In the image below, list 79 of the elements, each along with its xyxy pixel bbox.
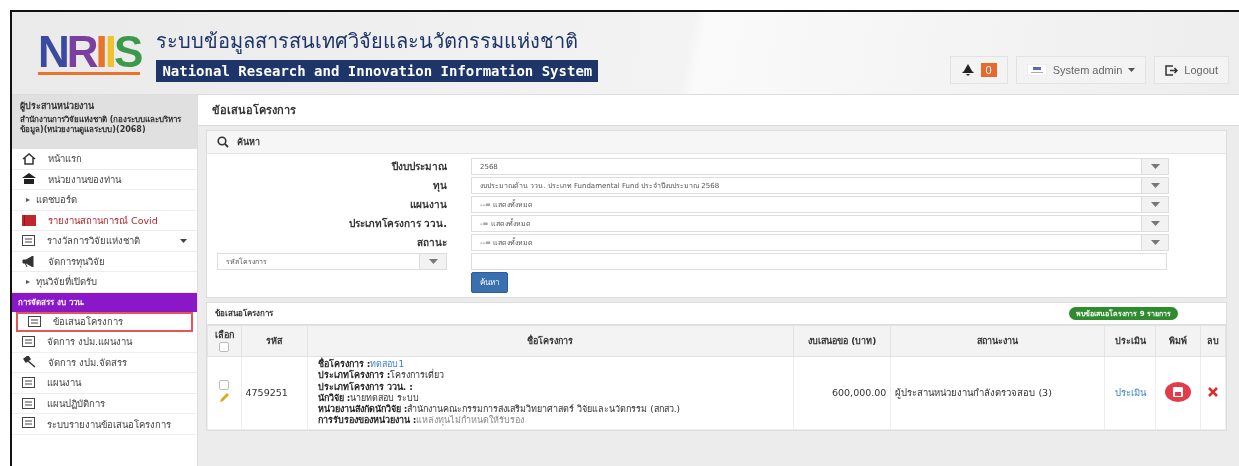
- logout-icon: [1165, 64, 1179, 76]
- pencil-icon[interactable]: [218, 392, 230, 404]
- user-menu[interactable]: System admin: [1015, 56, 1147, 84]
- delete-icon[interactable]: [1208, 386, 1219, 397]
- book-icon: [22, 214, 36, 226]
- field-label: ประเภทโครงการ ววน.: [347, 217, 447, 231]
- logout-button[interactable]: Logout: [1154, 56, 1229, 84]
- sidebar-item[interactable]: หน่วยงานของท่าน: [12, 169, 197, 190]
- building-icon: [22, 173, 36, 186]
- megaphone-icon: [22, 255, 36, 267]
- sidebar-item[interactable]: รางวัลการวิจัยแห่งชาติ: [12, 231, 197, 252]
- document-icon: [22, 397, 35, 409]
- sidebar-item[interactable]: ระบบรายงานข้อเสนอโครงการ: [12, 414, 197, 435]
- project-detail: ประเภทโครงการ :โครงการเดี่ยว: [317, 370, 446, 382]
- page-title: ข้อเสนอโครงการ: [212, 104, 296, 117]
- gavel-icon: [22, 356, 36, 369]
- document-icon: [28, 316, 41, 328]
- panel-title: ข้อเสนอโครงการ: [215, 307, 273, 320]
- logo: NRIIS: [38, 31, 141, 75]
- table-cell: 600,000.00: [793, 356, 891, 429]
- sidebar-item[interactable]: หน้าแรก: [12, 149, 197, 170]
- column-header: งบเสนอขอ (บาท): [793, 325, 891, 357]
- print-button[interactable]: [1165, 381, 1192, 402]
- column-header: ประเมิน: [1104, 325, 1156, 357]
- evaluate-link[interactable]: ประเมิน: [1114, 387, 1146, 399]
- site-title: ระบบข้อมูลสารสนเทศวิจัยและนวัตกรรมแห่งชาติ: [156, 27, 580, 56]
- site-subtitle: National Research and Innovation Information System: [156, 59, 599, 82]
- document-icon: [22, 417, 35, 428]
- document-icon: [22, 235, 35, 247]
- project-detail: ประเภทโครงการ ววน. :: [317, 381, 414, 393]
- sidebar-item[interactable]: ทุนวิจัยที่เปิดรับ: [12, 272, 197, 293]
- sidebar-item[interactable]: จัดการทุนวิจัย: [12, 251, 197, 272]
- panel-title: ค้นหา: [237, 136, 260, 149]
- user-role: ผู้ประสานหน่วยงาน: [20, 100, 95, 113]
- column-header: ลบ: [1200, 325, 1226, 357]
- caret-icon: [1128, 68, 1136, 72]
- home-icon: [22, 152, 36, 165]
- select-all-checkbox[interactable]: [219, 342, 230, 352]
- sidebar-item[interactable]: แผนปฏิบัติการ: [12, 393, 197, 414]
- field-label: สถานะ: [416, 236, 447, 250]
- bullet-icon: [26, 197, 30, 202]
- sidebar-item[interactable]: แผนงาน: [12, 373, 197, 394]
- column-header: ชื่อโครงการ: [307, 325, 794, 357]
- bullet-icon: [26, 279, 30, 284]
- field-label: ปีงบประมาณ: [390, 160, 447, 174]
- caret-icon: [1150, 202, 1160, 207]
- search-input[interactable]: [471, 253, 1167, 270]
- column-header: พิมพ์: [1155, 325, 1201, 357]
- column-header: รหัส: [241, 325, 308, 357]
- document-icon: [22, 377, 35, 389]
- table-cell: 4759251: [241, 356, 308, 429]
- document-icon: [22, 336, 35, 348]
- field-label: แผนงาน: [409, 198, 447, 212]
- notification-count: 0: [980, 63, 997, 77]
- user-organization: สำนักงานการวิจัยแห่งชาติ (กองระบบและบริหารข้อมูล)(หน่วยงานดูแลระบบ)(2068): [20, 115, 183, 135]
- caret-icon: [1150, 164, 1160, 169]
- search-icon: [217, 136, 229, 148]
- column-header: เลือก: [207, 325, 241, 357]
- avatar-icon: [1026, 64, 1047, 76]
- caret-icon: [180, 238, 187, 243]
- sidebar-item[interactable]: รายงานสถานการณ์ Covid: [12, 210, 197, 231]
- project-detail: นักวิจัย :นายทดสอบ ระบบ: [317, 392, 421, 404]
- sidebar-item[interactable]: แดชบอร์ด: [12, 190, 197, 211]
- caret-icon: [1150, 240, 1160, 245]
- column-header: สถานะงาน: [890, 325, 1105, 357]
- caret-icon: [1150, 221, 1160, 226]
- table-cell: ผู้ประสานหน่วยงานกำลังตรวจสอบ (3): [890, 356, 1105, 429]
- caret-icon: [428, 259, 438, 264]
- sidebar-item[interactable]: จัดการ งปม.แผนงาน: [12, 332, 197, 353]
- row-checkbox[interactable]: [219, 380, 230, 391]
- project-detail: ชื่อโครงการ :ทดสอบ1: [317, 359, 406, 369]
- sidebar-item[interactable]: จัดการ งปม.จัดสรร: [12, 352, 197, 373]
- field-label: ทุน: [432, 179, 447, 193]
- search-button[interactable]: ค้นหา: [471, 272, 508, 293]
- caret-icon: [1150, 183, 1160, 188]
- sidebar-item[interactable]: ข้อเสนอโครงการ: [16, 311, 193, 332]
- project-detail: การรับรองของหน่วยงาน :แหล่งทุนไม่กำหนดให้รับรอง: [317, 415, 526, 427]
- project-detail: หน่วยงานสังกัดนักวิจัย :สำนักงานคณะกรรมการส่งเสริมวิทยาศาสตร์ วิจัยและนวัตกรรม (สกสว.): [317, 404, 681, 415]
- bell-icon: [960, 64, 975, 76]
